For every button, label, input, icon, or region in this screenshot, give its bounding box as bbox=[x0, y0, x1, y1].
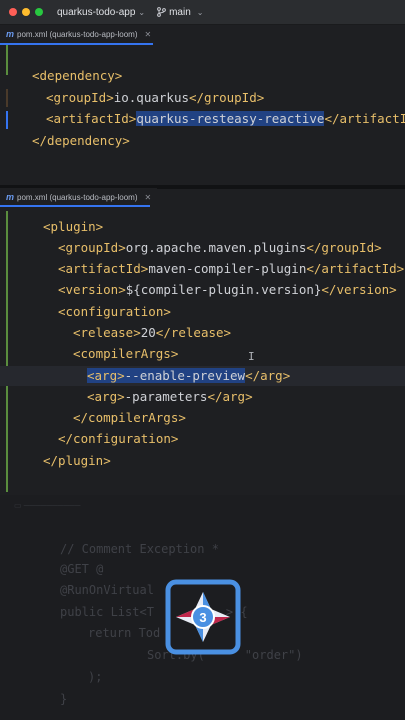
branch-selector[interactable]: main ⌄ bbox=[157, 7, 203, 18]
selected-text: quarkus-resteasy-reactive bbox=[136, 111, 325, 126]
editor-tab-pom-xml[interactable]: m pom.xml (quarkus-todo-app-loom) ✕ bbox=[0, 25, 158, 43]
branch-name: main bbox=[169, 6, 191, 18]
close-window-button[interactable] bbox=[9, 8, 17, 16]
chevron-down-icon: ⌄ bbox=[138, 7, 146, 17]
code-line: ); bbox=[88, 670, 103, 684]
code-line: <arg>-parameters</arg> bbox=[87, 389, 253, 404]
code-line: </configuration> bbox=[58, 431, 179, 446]
code-line: </plugin> bbox=[43, 453, 111, 468]
maven-file-icon: m bbox=[6, 192, 15, 202]
close-tab-icon[interactable]: ✕ bbox=[145, 30, 152, 39]
code-line: <version>${compiler-plugin.version}</ver… bbox=[58, 282, 397, 297]
channel-logo-icon: 3 bbox=[165, 579, 241, 655]
code-line: // Comment Exception * bbox=[60, 542, 219, 556]
code-line: </compilerArgs> bbox=[73, 410, 186, 425]
maven-file-icon: m bbox=[6, 29, 15, 39]
editor-pane-bottom[interactable]: <plugin> <groupId>org.apache.maven.plugi… bbox=[0, 207, 405, 492]
code-line: } bbox=[60, 692, 68, 706]
vcs-change-marker bbox=[6, 89, 8, 107]
vcs-change-marker bbox=[6, 45, 8, 75]
text-cursor-icon: I bbox=[248, 350, 255, 363]
project-selector[interactable]: quarkus-todo-app ⌄ bbox=[57, 7, 145, 18]
background-tab: ▭ ────────── bbox=[14, 501, 81, 510]
minimize-window-button[interactable] bbox=[22, 8, 30, 16]
code-line: <artifactId>quarkus-resteasy-reactive</a… bbox=[46, 111, 405, 126]
code-line: @RunOnVirtual bbox=[60, 583, 154, 597]
close-tab-icon[interactable]: ✕ bbox=[145, 193, 152, 202]
tab-label: pom.xml (quarkus-todo-app-loom) bbox=[17, 192, 138, 202]
code-line: <configuration> bbox=[58, 304, 171, 319]
code-line: <artifactId>maven-compiler-plugin</artif… bbox=[58, 261, 405, 276]
editor-tab-pom-xml[interactable]: m pom.xml (quarkus-todo-app-loom) ✕ bbox=[0, 188, 158, 206]
project-name: quarkus-todo-app bbox=[57, 6, 136, 18]
zoom-window-button[interactable] bbox=[35, 8, 43, 16]
code-line: <plugin> bbox=[43, 219, 104, 234]
code-line: <groupId>io.quarkus</groupId> bbox=[46, 90, 265, 105]
code-line: <dependency> bbox=[32, 68, 123, 83]
logo-badge-number: 3 bbox=[199, 610, 206, 625]
editor-pane-top[interactable]: <dependency> <groupId>io.quarkus</groupI… bbox=[0, 45, 405, 185]
code-line: <release>20</release> bbox=[73, 325, 232, 340]
vcs-change-marker bbox=[6, 111, 8, 129]
tab-label: pom.xml (quarkus-todo-app-loom) bbox=[17, 29, 138, 39]
vcs-change-marker bbox=[6, 211, 8, 492]
code-line: </dependency> bbox=[32, 133, 130, 148]
code-line: <groupId>org.apache.maven.plugins</group… bbox=[58, 240, 382, 255]
code-line: <compilerArgs> bbox=[73, 346, 179, 361]
code-line: <arg>--enable-preview</arg> bbox=[87, 368, 291, 383]
chevron-down-icon: ⌄ bbox=[196, 7, 204, 17]
git-branch-icon bbox=[157, 7, 166, 17]
code-line: return Tod bbox=[88, 626, 161, 640]
code-line: @GET @ bbox=[60, 562, 104, 576]
title-bar: quarkus-todo-app ⌄ main ⌄ bbox=[0, 0, 405, 25]
selected-text: --enable-preview bbox=[124, 368, 246, 383]
